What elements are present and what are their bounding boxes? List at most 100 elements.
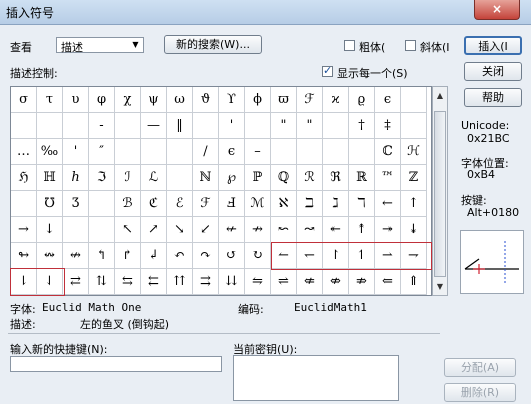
- symbol-cell[interactable]: ↠: [375, 217, 401, 243]
- symbol-cell[interactable]: ϕ: [245, 87, 271, 113]
- symbol-cell[interactable]: ⇉: [193, 269, 219, 295]
- symbol-cell[interactable]: ℷ: [323, 191, 349, 217]
- symbol-cell[interactable]: ⇎: [323, 269, 349, 295]
- symbol-cell[interactable]: [245, 113, 271, 139]
- symbol-cell[interactable]: ⇍: [297, 269, 323, 295]
- symbol-cell[interactable]: ‡: [375, 113, 401, 139]
- symbol-cell[interactable]: [11, 191, 37, 217]
- symbol-cell[interactable]: ↰: [89, 243, 115, 269]
- grid-scrollbar[interactable]: ▲ ▼: [432, 86, 448, 296]
- symbol-cell[interactable]: [323, 113, 349, 139]
- scroll-up-icon[interactable]: ▲: [433, 88, 447, 103]
- symbol-cell[interactable]: ↲: [141, 243, 167, 269]
- show-one-checkbox[interactable]: [322, 64, 333, 77]
- symbol-cell[interactable]: ↑: [401, 191, 427, 217]
- symbol-cell[interactable]: ℛ: [297, 165, 323, 191]
- symbol-cell[interactable]: ↙: [193, 217, 219, 243]
- symbol-cell[interactable]: ⇑: [401, 269, 427, 295]
- symbol-cell[interactable]: [63, 217, 89, 243]
- symbol-cell[interactable]: ↜: [271, 217, 297, 243]
- symbol-cell[interactable]: ℰ: [167, 191, 193, 217]
- symbol-cell[interactable]: ': [63, 139, 89, 165]
- symbol-cell[interactable]: [349, 139, 375, 165]
- symbol-cell[interactable]: –: [245, 139, 271, 165]
- symbol-cell[interactable]: ℶ: [297, 191, 323, 217]
- symbol-cell[interactable]: ℍ: [37, 165, 63, 191]
- symbol-cell[interactable]: ↮: [63, 243, 89, 269]
- symbol-cell[interactable]: ℒ: [141, 165, 167, 191]
- symbol-cell[interactable]: ↗: [141, 217, 167, 243]
- symbol-cell[interactable]: ℤ: [401, 165, 427, 191]
- symbol-cell[interactable]: χ: [115, 87, 141, 113]
- close-button[interactable]: 关闭: [464, 62, 522, 81]
- symbol-cell[interactable]: ℵ: [271, 191, 297, 217]
- symbol-cell[interactable]: [193, 113, 219, 139]
- symbol-cell[interactable]: ℸ: [349, 191, 375, 217]
- symbol-cell[interactable]: [89, 191, 115, 217]
- symbol-cell[interactable]: Ʒ: [63, 191, 89, 217]
- symbol-cell[interactable]: ↓: [37, 217, 63, 243]
- new-shortcut-input[interactable]: [10, 356, 222, 372]
- symbol-cell[interactable]: ϵ: [375, 87, 401, 113]
- symbol-cell[interactable]: ⇈: [167, 269, 193, 295]
- symbol-cell[interactable]: ": [297, 113, 323, 139]
- symbol-cell[interactable]: ″: [89, 139, 115, 165]
- symbol-cell[interactable]: ⇋: [245, 269, 271, 295]
- symbol-cell[interactable]: ω: [167, 87, 193, 113]
- symbol-cell[interactable]: †: [349, 113, 375, 139]
- assign-button[interactable]: 分配(A): [444, 358, 516, 377]
- current-key-list[interactable]: [233, 355, 399, 401]
- symbol-cell[interactable]: ℳ: [245, 191, 271, 217]
- symbol-cell[interactable]: ⇏: [349, 269, 375, 295]
- symbol-cell[interactable]: υ: [63, 87, 89, 113]
- symbol-cell[interactable]: ℎ: [63, 165, 89, 191]
- symbol-cell[interactable]: ↻: [245, 243, 271, 269]
- symbol-cell[interactable]: ℋ: [401, 139, 427, 165]
- symbol-cell[interactable]: ↚: [219, 217, 245, 243]
- symbol-cell[interactable]: ": [271, 113, 297, 139]
- symbol-cell[interactable]: [271, 139, 297, 165]
- insert-button[interactable]: 插入(I: [464, 36, 522, 55]
- symbol-cell[interactable]: ℑ: [89, 165, 115, 191]
- symbol-cell[interactable]: ℙ: [245, 165, 271, 191]
- scroll-thumb[interactable]: [434, 111, 446, 277]
- symbol-cell[interactable]: ↘: [167, 217, 193, 243]
- close-window-button[interactable]: ×: [474, 0, 520, 20]
- symbol-cell[interactable]: ϖ: [271, 87, 297, 113]
- symbol-cell[interactable]: ℧: [37, 191, 63, 217]
- symbol-cell[interactable]: ℭ: [141, 191, 167, 217]
- symbol-cell[interactable]: ϵ: [219, 139, 245, 165]
- symbol-cell[interactable]: ⇅: [89, 269, 115, 295]
- symbol-cell[interactable]: ⇆: [115, 269, 141, 295]
- bold-checkbox[interactable]: [344, 40, 355, 51]
- symbol-cell[interactable]: ℐ: [115, 165, 141, 191]
- symbol-cell[interactable]: ℜ: [323, 165, 349, 191]
- symbol-cell[interactable]: ↺: [219, 243, 245, 269]
- symbol-cell[interactable]: ⇇: [141, 269, 167, 295]
- symbol-cell[interactable]: ℘: [219, 165, 245, 191]
- symbol-cell[interactable]: -: [89, 113, 115, 139]
- symbol-cell[interactable]: [323, 139, 349, 165]
- symbol-cell[interactable]: τ: [37, 87, 63, 113]
- symbol-cell[interactable]: ℱ: [297, 87, 323, 113]
- symbol-cell[interactable]: [115, 139, 141, 165]
- symbol-cell[interactable]: ↝: [297, 217, 323, 243]
- symbol-cell[interactable]: ↟: [349, 217, 375, 243]
- symbol-cell[interactable]: [37, 113, 63, 139]
- symbol-cell[interactable]: ‰: [37, 139, 63, 165]
- symbol-cell[interactable]: ↛: [245, 217, 271, 243]
- symbol-cell[interactable]: ™: [375, 165, 401, 191]
- symbol-cell[interactable]: ϒ: [219, 87, 245, 113]
- symbol-cell[interactable]: ↷: [193, 243, 219, 269]
- symbol-cell[interactable]: ↖: [115, 217, 141, 243]
- symbol-cell[interactable]: —: [141, 113, 167, 139]
- symbol-cell[interactable]: [401, 113, 427, 139]
- symbol-cell[interactable]: ↡: [401, 217, 427, 243]
- symbol-cell[interactable]: ↭: [37, 243, 63, 269]
- symbol-cell[interactable]: ⇌: [271, 269, 297, 295]
- symbol-cell[interactable]: [89, 217, 115, 243]
- symbol-cell[interactable]: [115, 113, 141, 139]
- symbol-cell[interactable]: ϑ: [193, 87, 219, 113]
- symbol-cell[interactable]: Ⅎ: [219, 191, 245, 217]
- symbol-cell[interactable]: ↶: [167, 243, 193, 269]
